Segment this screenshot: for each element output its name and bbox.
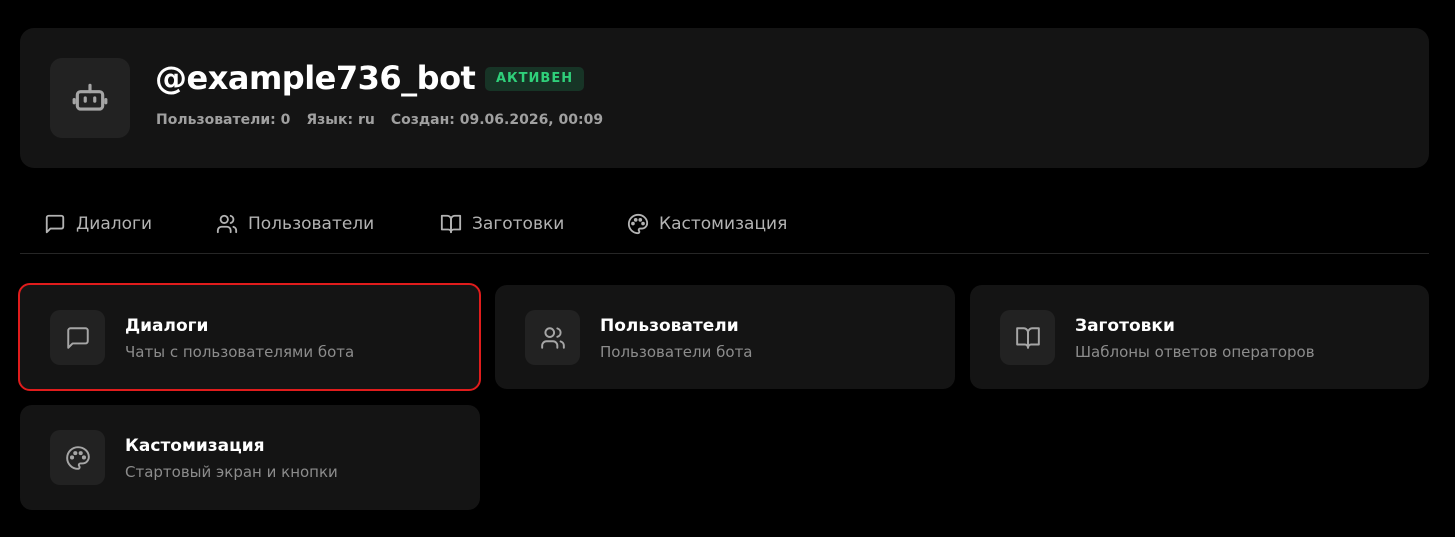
tab-label: Заготовки <box>472 214 565 234</box>
status-badge: АКТИВЕН <box>485 67 585 91</box>
card-users[interactable]: Пользователи Пользователи бота <box>495 285 955 389</box>
card-dialogs[interactable]: Диалоги Чаты с пользователями бота <box>18 283 481 391</box>
users-icon <box>540 326 565 349</box>
tab-label: Диалоги <box>76 214 152 234</box>
book-icon <box>440 214 462 234</box>
card-title: Диалоги <box>125 316 209 336</box>
card-description: Пользователи бота <box>600 343 753 361</box>
tab-users[interactable]: Пользователи <box>216 212 374 236</box>
tab-customization[interactable]: Кастомизация <box>627 212 787 236</box>
card-description: Чаты с пользователями бота <box>125 343 355 361</box>
card-description: Стартовый экран и кнопки <box>125 463 338 481</box>
card-icon-box <box>1000 310 1055 365</box>
palette-icon <box>65 445 90 470</box>
chat-icon <box>45 214 65 234</box>
tab-bar: Диалоги Пользователи Заготовки Кастомиза… <box>20 200 1429 254</box>
robot-icon <box>72 83 108 111</box>
card-title: Пользователи <box>600 316 739 336</box>
card-title: Заготовки <box>1075 316 1175 336</box>
users-icon <box>216 214 238 234</box>
bot-avatar <box>50 58 130 138</box>
bot-header-card: @example736_bot АКТИВЕН Пользователи: 0 Я… <box>20 28 1429 168</box>
bot-username: @example736_bot <box>155 59 476 97</box>
card-customization[interactable]: Кастомизация Стартовый экран и кнопки <box>20 405 480 510</box>
card-description: Шаблоны ответов операторов <box>1075 343 1315 361</box>
tab-label: Пользователи <box>248 214 375 234</box>
palette-icon <box>627 213 649 235</box>
tab-label: Кастомизация <box>659 214 788 234</box>
card-icon-box <box>525 310 580 365</box>
tab-templates[interactable]: Заготовки <box>440 212 564 236</box>
chat-icon <box>66 326 89 349</box>
bot-meta: Пользователи: 0 Язык: ru Создан: 09.06.202… <box>156 110 619 130</box>
book-icon <box>1015 326 1040 349</box>
card-icon-box <box>50 310 105 365</box>
tab-dialogs[interactable]: Диалоги <box>44 212 152 236</box>
bot-language: Язык: ru <box>306 112 375 128</box>
card-title: Кастомизация <box>125 436 265 456</box>
users-count: Пользователи: 0 <box>156 112 291 128</box>
card-icon-box <box>50 430 105 485</box>
card-templates[interactable]: Заготовки Шаблоны ответов операторов <box>970 285 1429 389</box>
created-date: Создан: 09.06.2026, 00:09 <box>390 112 604 128</box>
